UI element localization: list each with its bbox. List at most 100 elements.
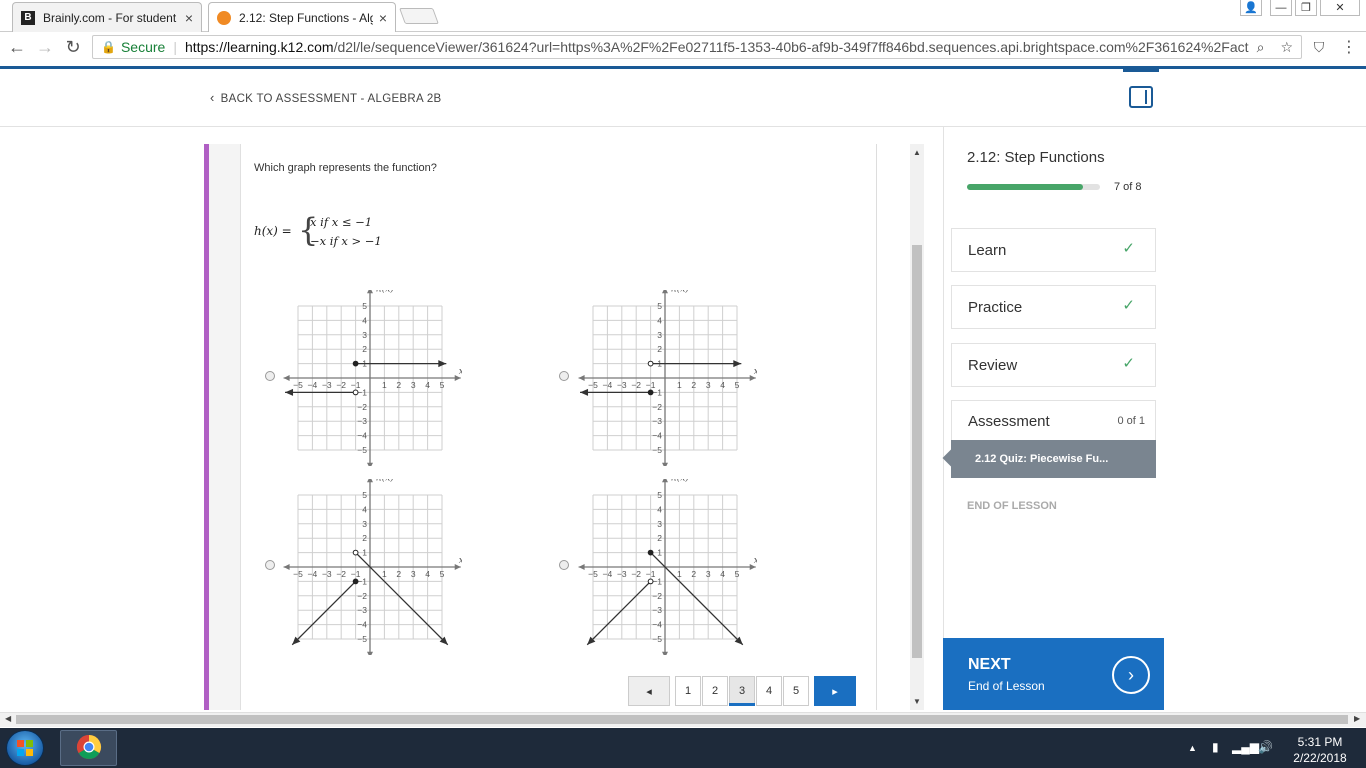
sidebar-item-label: Review xyxy=(968,356,1018,374)
open-point xyxy=(647,360,654,367)
clock-date: 2/22/2018 xyxy=(1293,751,1347,765)
y-axis-arrow-icon xyxy=(367,462,373,466)
tab-close-icon[interactable]: × xyxy=(379,10,387,26)
profile-icon[interactable]: 👤 xyxy=(1240,0,1262,16)
extension-shield-icon[interactable]: ⛉ xyxy=(1308,36,1330,58)
search-icon[interactable]: ⌕ xyxy=(1257,39,1265,56)
closed-point xyxy=(352,578,359,585)
y-tick-label: 4 xyxy=(362,315,367,325)
x-tick-label: 1 xyxy=(382,380,387,390)
sidebar-item-label: Practice xyxy=(968,298,1023,316)
sidebar-item-learn[interactable]: Learn ✓ xyxy=(951,228,1156,272)
scroll-down-icon[interactable]: ▼ xyxy=(913,697,921,706)
y-tick-label: 3 xyxy=(362,330,367,340)
answer-graph-a: −5−4−3−2−11234554321−1−2−3−4−5h(x)x xyxy=(283,290,462,466)
y-tick-label: 5 xyxy=(657,490,662,500)
tab-brainly[interactable]: B Brainly.com - For student × xyxy=(12,2,202,32)
star-icon[interactable]: ☆ xyxy=(1280,39,1293,56)
address-bar[interactable]: 🔒 Secure | https://learning.k12.com/d2l/… xyxy=(92,35,1302,59)
y-tick-label: 2 xyxy=(362,533,367,543)
reload-icon[interactable]: ↻ xyxy=(62,36,84,58)
tab-step-functions[interactable]: 2.12: Step Functions - Alg × xyxy=(208,2,396,32)
answer-radio-c[interactable] xyxy=(265,560,275,570)
x-tick-label: 3 xyxy=(411,569,416,579)
url-text[interactable]: https://learning.k12.com/d2l/le/sequence… xyxy=(185,39,1249,55)
page-5-button[interactable]: 5 xyxy=(783,676,809,706)
closed-point xyxy=(352,360,359,367)
y-tick-label: 2 xyxy=(657,533,662,543)
y-tick-label: −1 xyxy=(652,387,662,397)
question-gutter xyxy=(209,144,241,710)
scroll-up-icon[interactable]: ▲ xyxy=(913,148,921,157)
x-tick-label: 5 xyxy=(735,569,740,579)
ray-arrow-icon xyxy=(580,388,589,396)
close-window-button[interactable]: ✕ xyxy=(1320,0,1360,16)
y-axis-arrow-icon xyxy=(662,651,668,655)
header-accent xyxy=(1123,69,1159,72)
y-tick-label: 4 xyxy=(657,504,662,514)
show-hidden-icons-icon[interactable]: ▲ xyxy=(1188,743,1197,753)
page-1-button[interactable]: 1 xyxy=(675,676,701,706)
restore-button[interactable]: ❐ xyxy=(1295,0,1317,16)
x-axis-arrow-icon xyxy=(283,375,290,381)
question-prompt: Which graph represents the function? xyxy=(254,162,437,174)
y-tick-label: −3 xyxy=(652,605,662,615)
back-arrow-icon[interactable]: ← xyxy=(6,36,28,58)
prev-page-button[interactable]: ◂ xyxy=(628,676,670,706)
forward-arrow-icon[interactable]: → xyxy=(34,36,56,58)
x-tick-label: 4 xyxy=(425,380,430,390)
network-signal-icon[interactable]: ▂▄▆ xyxy=(1232,740,1259,754)
closed-point xyxy=(647,389,654,396)
x-tick-label: 4 xyxy=(425,569,430,579)
end-of-lesson-label: END OF LESSON xyxy=(967,500,1057,512)
page-2-button[interactable]: 2 xyxy=(702,676,728,706)
sidebar-item-practice[interactable]: Practice ✓ xyxy=(951,285,1156,329)
tab-title: 2.12: Step Functions - Alg xyxy=(239,10,373,25)
horizontal-scrollbar-thumb[interactable] xyxy=(16,715,1348,724)
x-tick-label: 4 xyxy=(720,380,725,390)
browser-tabstrip xyxy=(0,0,1366,32)
chrome-icon xyxy=(76,735,102,760)
battery-icon[interactable]: ▮ xyxy=(1212,740,1219,754)
sidebar-item-review[interactable]: Review ✓ xyxy=(951,343,1156,387)
y-tick-label: 1 xyxy=(657,548,662,558)
scroll-right-icon[interactable]: ▶ xyxy=(1354,714,1360,723)
chevron-right-icon[interactable]: › xyxy=(1112,656,1150,694)
menu-icon[interactable]: ⋮ xyxy=(1338,36,1360,58)
sidebar-toggle-icon[interactable] xyxy=(1129,86,1153,108)
next-page-button[interactable]: ▸ xyxy=(814,676,856,706)
y-axis-label: h(x) xyxy=(671,290,689,294)
tab-close-icon[interactable]: × xyxy=(185,10,193,26)
x-tick-label: 3 xyxy=(706,380,711,390)
next-sublabel: End of Lesson xyxy=(968,679,1045,693)
sidebar-item-label: Learn xyxy=(968,241,1007,259)
y-axis-arrow-icon xyxy=(662,479,668,483)
function-lhs: h(x) = xyxy=(254,224,292,238)
new-tab-button[interactable] xyxy=(399,8,439,24)
volume-icon[interactable]: 🔊 xyxy=(1258,740,1273,754)
function-case-1: x if x ≤ −1 xyxy=(310,215,373,229)
open-point xyxy=(352,389,359,396)
x-tick-label: 1 xyxy=(677,380,682,390)
x-tick-label: −3 xyxy=(322,569,332,579)
scroll-left-icon[interactable]: ◀ xyxy=(5,714,11,723)
answer-radio-a[interactable] xyxy=(265,371,275,381)
scrollbar-thumb[interactable] xyxy=(912,245,922,658)
minimize-button[interactable]: — xyxy=(1270,0,1292,16)
page-3-button[interactable]: 3 xyxy=(729,676,755,706)
y-tick-label: 2 xyxy=(362,344,367,354)
y-tick-label: 3 xyxy=(362,519,367,529)
taskbar-clock[interactable]: 5:31 PM 2/22/2018 xyxy=(1284,734,1356,766)
x-tick-label: 1 xyxy=(677,569,682,579)
sidebar-item-assessment[interactable]: Assessment 0 of 1 xyxy=(951,400,1156,441)
secure-label: Secure xyxy=(120,39,166,55)
lock-icon: 🔒 xyxy=(101,40,116,54)
check-icon: ✓ xyxy=(1122,355,1135,372)
sidebar-item-quiz[interactable]: 2.12 Quiz: Piecewise Fu... xyxy=(951,440,1156,478)
page-4-button[interactable]: 4 xyxy=(756,676,782,706)
answer-radio-d[interactable] xyxy=(559,560,569,570)
graph-ray xyxy=(586,580,652,646)
answer-graph-b: −5−4−3−2−11234554321−1−2−3−4−5h(x)x xyxy=(578,290,757,466)
answer-radio-b[interactable] xyxy=(559,371,569,381)
back-to-assessment-link[interactable]: ‹ BACK TO ASSESSMENT - ALGEBRA 2B xyxy=(210,90,442,105)
